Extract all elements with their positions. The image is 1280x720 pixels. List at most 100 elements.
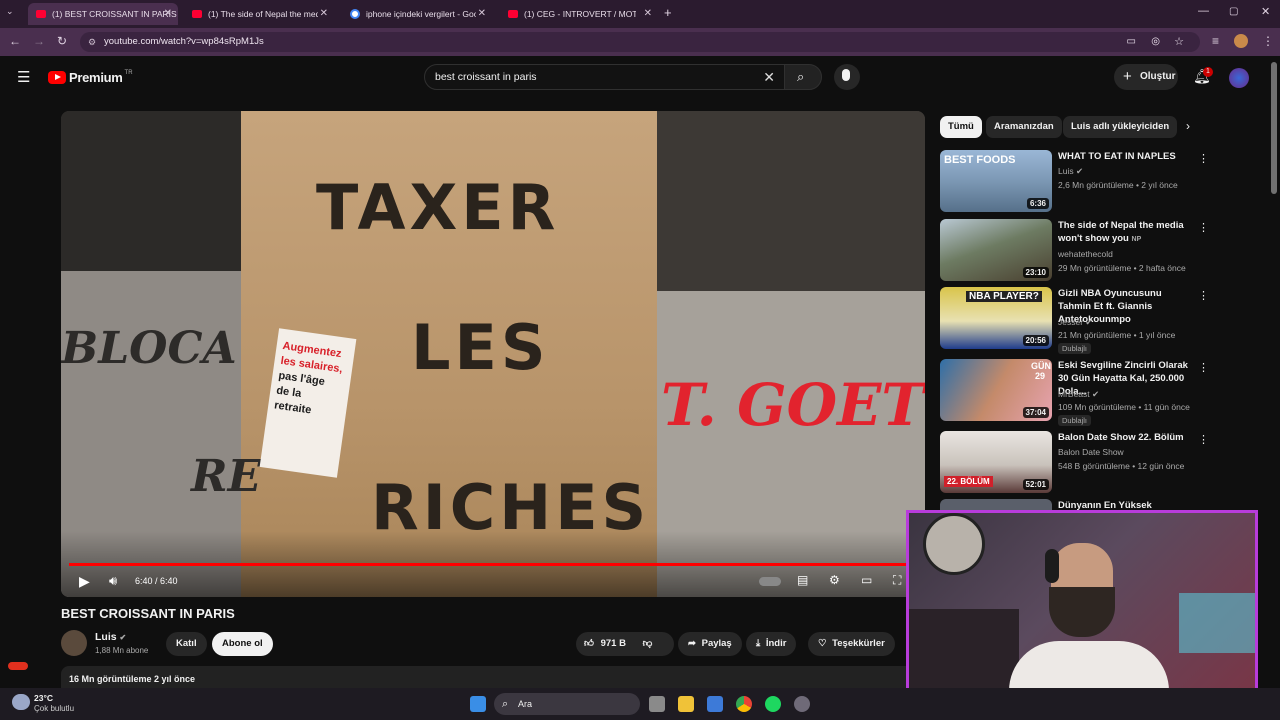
site-info-icon[interactable]: ⚙ — [88, 32, 96, 52]
view-stats: 16 Mn görüntüleme 2 yıl önce — [69, 674, 196, 684]
card-title-text: The side of Nepal the media won't show y… — [1058, 220, 1184, 244]
cast-icon[interactable]: ▭ — [1127, 32, 1136, 52]
tab-video[interactable]: (1) BEST CROISSANT IN PARIS ✕ — [28, 3, 178, 25]
recommended-video[interactable]: GÜN 29 37:04 Eski Sevgiline Zincirli Ola… — [940, 359, 1210, 427]
reading-list-icon[interactable]: ≡ — [1212, 34, 1219, 48]
video-thumbnail[interactable]: GÜN 29 37:04 — [940, 359, 1052, 421]
new-tab-button[interactable]: + — [664, 5, 672, 20]
recommended-video[interactable]: 22. BÖLÜM 52:01 Balon Date Show 22. Bölü… — [940, 431, 1210, 495]
duration-badge: 37:04 — [1022, 407, 1049, 418]
play-icon[interactable]: ▶ — [79, 573, 90, 590]
weather-icon[interactable] — [12, 694, 30, 710]
chip-all[interactable]: Tümü — [940, 116, 982, 138]
tab-ceg[interactable]: (1) CEG - INTROVERT / MOTIVE ✕ — [500, 3, 658, 25]
start-icon[interactable] — [470, 696, 486, 712]
recommended-video[interactable]: BEST FOODS 6:36 WHAT TO EAT IN NAPLES Lu… — [940, 150, 1210, 214]
subtitles-icon[interactable]: ▤ — [797, 573, 808, 587]
verified-icon: ✔ — [1075, 166, 1084, 176]
chrome-icon[interactable] — [736, 696, 752, 712]
video-thumbnail[interactable]: 23:10 — [940, 219, 1052, 281]
video-thumbnail[interactable]: 22. BÖLÜM 52:01 — [940, 431, 1052, 493]
volume-icon[interactable]: 🔊︎ — [109, 573, 117, 589]
bookmark-star-icon[interactable]: ☆ — [1174, 32, 1184, 52]
browser-menu-icon[interactable]: ⋮ — [1262, 34, 1274, 48]
close-window-button[interactable]: ✕ — [1261, 5, 1270, 18]
close-icon[interactable]: ✕ — [644, 8, 652, 19]
url-field[interactable]: ⚙ youtube.com/watch?v=wp84sRpM1Js ▭ ◎ ☆ — [80, 32, 1200, 52]
close-icon[interactable]: ✕ — [478, 8, 486, 19]
menu-icon[interactable]: ☰ — [17, 68, 30, 86]
back-icon[interactable]: ← — [9, 34, 21, 48]
wall-clock — [923, 513, 985, 575]
file-explorer-icon[interactable] — [678, 696, 694, 712]
more-options-icon[interactable]: ⋮ — [1198, 289, 1209, 302]
join-button[interactable]: Katıl — [166, 632, 207, 656]
clear-search-icon[interactable]: ✕ — [763, 65, 775, 89]
video-thumbnail[interactable]: NBA PLAYER? 20:56 — [940, 287, 1052, 349]
headphones-icon — [1045, 549, 1059, 583]
video-thumbnail[interactable]: BEST FOODS 6:36 — [940, 150, 1052, 212]
more-options-icon[interactable]: ⋮ — [1198, 433, 1209, 446]
tab-google[interactable]: iphone içindeki vergilert - Google ✕ — [342, 3, 492, 25]
thanks-button[interactable]: ♡ Teşekkürler — [808, 632, 895, 656]
theater-mode-icon[interactable]: ▭ — [861, 573, 872, 587]
forward-icon[interactable]: → — [33, 34, 45, 48]
subscribe-button[interactable]: Abone ol — [212, 632, 273, 656]
task-view-icon[interactable] — [649, 696, 665, 712]
settings-gear-icon[interactable]: ⚙ — [829, 573, 840, 587]
create-button[interactable]: + Oluştur — [1114, 64, 1178, 90]
like-dislike-group: 👍︎ 971 B 👎︎ — [576, 632, 674, 656]
store-icon[interactable] — [707, 696, 723, 712]
tab-label: (1) CEG - INTROVERT / MOTIVE — [524, 9, 636, 19]
graffiti-left: BLOCA — [61, 323, 237, 374]
close-icon[interactable]: ✕ — [164, 8, 172, 19]
card-channel: MrBeast ✔ — [1058, 389, 1099, 400]
youtube-favicon-icon — [508, 10, 518, 18]
close-icon[interactable]: ✕ — [320, 8, 328, 19]
fullscreen-icon[interactable]: ⛶ — [893, 573, 901, 588]
country-tag: NP — [1131, 236, 1142, 243]
dislike-icon[interactable]: 👎︎ — [643, 638, 653, 649]
minimize-button[interactable]: — — [1198, 5, 1209, 17]
restore-button[interactable]: ▢ — [1229, 6, 1238, 17]
account-avatar[interactable] — [1229, 68, 1249, 88]
taskbar-search[interactable]: ⌕ Ara — [494, 693, 640, 715]
voice-search-button[interactable] — [834, 64, 860, 90]
chip-from-uploader[interactable]: Luis adlı yükleyiciden — [1063, 116, 1178, 138]
streamer — [1009, 543, 1169, 703]
like-count[interactable]: 971 B — [601, 638, 626, 649]
more-options-icon[interactable]: ⋮ — [1198, 361, 1209, 374]
tab-nepal[interactable]: (1) The side of Nepal the media ✕ — [184, 3, 334, 25]
share-button[interactable]: ➦ Paylaş — [678, 632, 742, 656]
more-options-icon[interactable]: ⋮ — [1198, 152, 1209, 165]
youtube-header: ☰ Premium TR best croissant in paris ✕ ⌕… — [0, 56, 1280, 100]
chip-from-search[interactable]: Aramanızdan — [986, 116, 1062, 138]
search-input[interactable]: best croissant in paris ✕ — [424, 64, 786, 90]
spotify-icon[interactable] — [765, 696, 781, 712]
app-icon[interactable] — [794, 696, 810, 712]
plus-icon: + — [1123, 68, 1132, 85]
card-meta: 548 B görüntüleme • 12 gün önce — [1058, 461, 1185, 471]
channel-avatar[interactable] — [61, 630, 87, 656]
more-options-icon[interactable]: ⋮ — [1198, 221, 1209, 234]
video-player[interactable]: BLOCA RE TAXER LES RICHES Augmentez les … — [61, 111, 925, 597]
like-icon[interactable]: 👍︎ — [584, 638, 594, 649]
autoplay-toggle[interactable] — [759, 577, 781, 586]
search-button[interactable]: ⌕ — [784, 64, 822, 90]
reload-icon[interactable]: ↻ — [57, 34, 67, 48]
duration-badge: 52:01 — [1022, 479, 1049, 490]
temperature: 23°C — [34, 693, 53, 703]
recommended-video[interactable]: 23:10 The side of Nepal the media won't … — [940, 219, 1210, 283]
time-display: 6:40 / 6:40 — [135, 576, 178, 586]
channel-name[interactable]: Luis ✔ — [95, 631, 126, 643]
youtube-logo[interactable]: Premium TR — [48, 70, 133, 85]
chevron-right-icon[interactable]: › — [1186, 119, 1190, 133]
recommended-video[interactable]: NBA PLAYER? 20:56 Gizli NBA Oyuncusunu T… — [940, 287, 1210, 355]
eye-off-icon[interactable]: ◎ — [1151, 32, 1160, 52]
download-button[interactable]: ⤓ İndir — [746, 632, 797, 656]
progress-bar[interactable] — [69, 563, 917, 566]
profile-avatar[interactable] — [1234, 34, 1248, 48]
page-scrollbar[interactable] — [1271, 62, 1277, 194]
verified-icon: ✔ — [1085, 317, 1093, 327]
tab-search-icon[interactable]: ⌄ — [6, 6, 14, 17]
